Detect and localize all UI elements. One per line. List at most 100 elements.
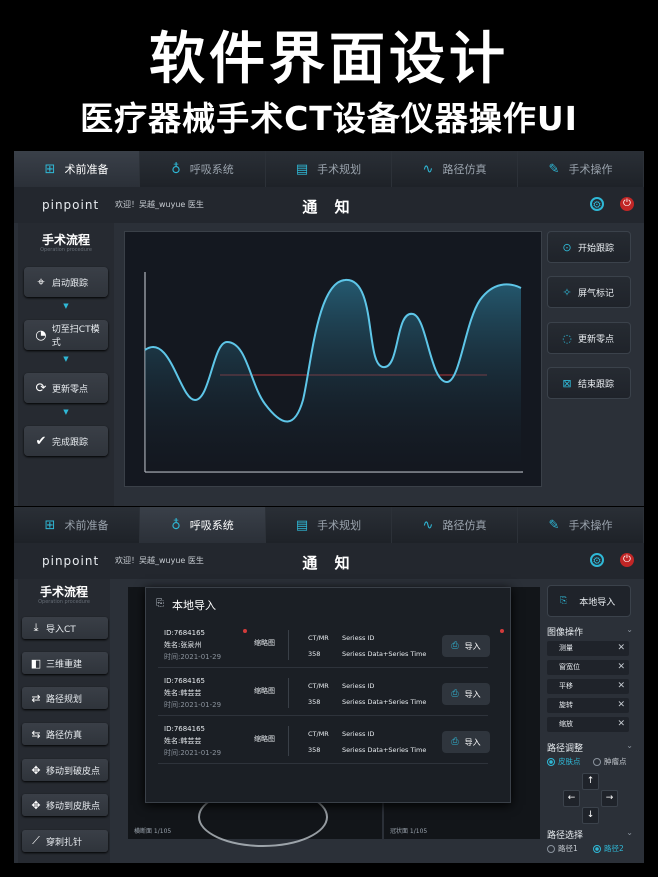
- move-to-skin-point-button[interactable]: ✥ 移动到皮肤点: [22, 794, 108, 816]
- local-import-dialog: ⎘ 本地导入 ID:7684165 姓名:张泉州 时间:2021-01-29 缩略图…: [145, 587, 511, 803]
- notice-title: 通 知: [302, 554, 356, 572]
- clipboard-icon: ▤: [295, 161, 309, 177]
- 3d-reconstruct-button[interactable]: ◧ 三维重建: [22, 652, 108, 674]
- tab-respiratory[interactable]: ♁ 呼吸系统: [140, 507, 266, 543]
- op-rotate[interactable]: 旋转 ✕: [547, 698, 629, 713]
- check-icon: ✔: [35, 433, 47, 449]
- flow-sidebar: 手术流程 Operation procedure ⌖ 启动跟踪 ▼ ◔ 切至扫CT模…: [18, 223, 114, 506]
- op-pan[interactable]: 平移 ✕: [547, 679, 629, 694]
- arrow-up-button[interactable]: ↑: [582, 773, 599, 790]
- flow-subtitle: Operation procedure: [40, 247, 92, 253]
- close-icon[interactable]: ✕: [617, 660, 625, 675]
- series-row[interactable]: ID:7684165 姓名:韩芸芸 时间:2021-01-29 缩略图 CT/MR 3…: [158, 718, 490, 764]
- flow-subtitle: Operation procedure: [38, 599, 90, 605]
- path-select-section[interactable]: 路径选择 ⌄: [547, 828, 633, 841]
- file-import-icon: ⎙: [451, 737, 459, 747]
- plus-doc-icon: ⊞: [44, 161, 56, 177]
- switch-ct-button[interactable]: ◔ 切至扫CT模式: [24, 320, 108, 350]
- arrow-right-button[interactable]: →: [601, 790, 618, 807]
- tab-surgery[interactable]: ✎ 手术操作: [518, 507, 644, 543]
- radio-tumor-point[interactable]: 肿瘤点: [593, 756, 627, 767]
- banner-title: 软件界面设计: [149, 27, 509, 92]
- op-window-level[interactable]: 窗宽位 ✕: [547, 660, 629, 675]
- path-simulation-button[interactable]: ⇆ 路径仿真: [22, 723, 108, 745]
- route-icon: ⇆: [31, 727, 41, 741]
- ct-mode-icon: ◔: [35, 327, 47, 343]
- radio-path-1[interactable]: 路径1: [547, 843, 578, 854]
- tools-sidebar: ⎘ 本地导入 图像操作 ⌄ 测量 ✕ 窗宽位 ✕ 平移 ✕ 旋转 ✕ 缩放 ✕ 路径调整 ⌄ 皮…: [545, 579, 640, 863]
- header: pinpoint 欢迎！吴越_wuyue 医生 通 知 ⚙ ⏻: [14, 187, 644, 223]
- op-zoom[interactable]: 缩放 ✕: [547, 717, 629, 732]
- path-adjust-section[interactable]: 路径调整 ⌄: [547, 741, 633, 754]
- flow-title: 手术流程: [41, 233, 90, 247]
- import-button[interactable]: ⎙ 导入: [442, 635, 490, 657]
- radio-skin-point[interactable]: 皮肤点: [547, 756, 581, 767]
- series-row[interactable]: ID:7684165 姓名:韩芸芸 时间:2021-01-29 缩略图 CT/MR 3…: [158, 670, 490, 716]
- settings-icon[interactable]: ⚙: [590, 197, 604, 211]
- path-planning-button[interactable]: ⇄ 路径规划: [22, 687, 108, 709]
- tab-preop[interactable]: ⊞ 术前准备: [14, 151, 140, 187]
- tab-bar: ⊞ 术前准备 ♁ 呼吸系统 ▤ 手术规划 ∿ 路径仿真 ✎ 手术操作: [14, 151, 644, 187]
- chevron-down-icon: ⌄: [626, 828, 633, 837]
- respiration-waveform: [124, 231, 542, 487]
- power-icon[interactable]: ⏻: [620, 553, 634, 567]
- chevron-down-icon: ▼: [63, 408, 69, 416]
- flow-sidebar: 手术流程 Operation procedure ⤓ 导入CT ◧ 三维重建 ⇄ 路径…: [18, 579, 110, 863]
- close-icon[interactable]: ✕: [617, 698, 625, 713]
- tab-planning[interactable]: ▤ 手术规划: [266, 507, 392, 543]
- tab-surgery[interactable]: ✎ 手术操作: [518, 151, 644, 187]
- move-to-breach-point-button[interactable]: ✥ 移动到破皮点: [22, 759, 108, 781]
- arrow-left-button[interactable]: ←: [563, 790, 580, 807]
- import-button[interactable]: ⎙ 导入: [442, 731, 490, 753]
- target-icon: ⊙: [562, 240, 572, 254]
- cube-icon: ◧: [30, 656, 42, 670]
- tab-bar: ⊞ 术前准备 ♁ 呼吸系统 ▤ 手术规划 ∿ 路径仿真 ✎ 手术操作: [14, 507, 644, 543]
- chevron-down-icon: ▼: [63, 302, 69, 310]
- clipboard-icon: ▤: [295, 517, 309, 533]
- close-icon[interactable]: ✕: [617, 717, 625, 732]
- plus-doc-icon: ⊞: [44, 517, 56, 533]
- path-icon: ∿: [422, 161, 434, 177]
- banner-subtitle: 医疗器械手术CT设备仪器操作UI: [80, 99, 578, 138]
- arrow-down-button[interactable]: ↓: [582, 807, 599, 824]
- path-icon: ∿: [422, 517, 434, 533]
- waveform-fill: [145, 279, 521, 472]
- close-icon[interactable]: ✕: [617, 679, 625, 694]
- pen-icon: ✎: [548, 517, 560, 533]
- refresh-icon: ◌: [562, 331, 572, 345]
- tab-respiratory[interactable]: ♁ 呼吸系统: [140, 151, 266, 187]
- update-zero-right-button[interactable]: ◌ 更新零点: [547, 322, 631, 354]
- settings-icon[interactable]: ⚙: [590, 553, 604, 567]
- tab-planning[interactable]: ▤ 手术规划: [266, 151, 392, 187]
- import-button[interactable]: ⎙ 导入: [442, 683, 490, 705]
- file-import-icon: ⎙: [451, 641, 459, 651]
- import-ct-button[interactable]: ⤓ 导入CT: [22, 617, 108, 639]
- radio-path-2[interactable]: 路径2: [593, 843, 624, 854]
- banner: 软件界面设计 医疗器械手术CT设备仪器操作UI: [0, 0, 658, 150]
- image-ops-section[interactable]: 图像操作 ⌄: [547, 625, 633, 638]
- move-icon: ✥: [31, 763, 41, 777]
- pen-icon: ✎: [548, 161, 560, 177]
- start-tracking-button[interactable]: ⌖ 启动跟踪: [24, 267, 108, 297]
- flow-title: 手术流程: [39, 585, 88, 599]
- tracking-screen: ⊞ 术前准备 ♁ 呼吸系统 ▤ 手术规划 ∿ 路径仿真 ✎ 手术操作 pinpoint 欢…: [14, 151, 644, 506]
- puncture-button[interactable]: ⟋ 穿刺扎针: [22, 830, 108, 852]
- chevron-down-icon: ⌄: [626, 741, 633, 750]
- file-import-icon: ⎙: [451, 689, 459, 699]
- end-tracking-button[interactable]: ⊠ 结束跟踪: [547, 367, 631, 399]
- power-icon[interactable]: ⏻: [620, 197, 634, 211]
- begin-tracking-button[interactable]: ⊙ 开始跟踪: [547, 231, 631, 263]
- dialog-title: 本地导入: [172, 599, 216, 612]
- local-import-button[interactable]: ⎘ 本地导入: [547, 585, 631, 617]
- op-measure[interactable]: 测量 ✕: [547, 641, 629, 656]
- breath-hold-mark-button[interactable]: ✧ 屏气标记: [547, 276, 631, 308]
- tab-path-sim[interactable]: ∿ 路径仿真: [392, 507, 518, 543]
- update-zero-button[interactable]: ⟳ 更新零点: [24, 373, 108, 403]
- waveform-plot: [144, 272, 523, 473]
- tab-preop[interactable]: ⊞ 术前准备: [14, 507, 140, 543]
- series-row[interactable]: ID:7684165 姓名:张泉州 时间:2021-01-29 缩略图 CT/MR 3…: [158, 622, 504, 668]
- refresh-icon: ⟳: [35, 380, 47, 396]
- close-icon[interactable]: ✕: [617, 641, 625, 656]
- complete-tracking-button[interactable]: ✔ 完成跟踪: [24, 426, 108, 456]
- tab-path-sim[interactable]: ∿ 路径仿真: [392, 151, 518, 187]
